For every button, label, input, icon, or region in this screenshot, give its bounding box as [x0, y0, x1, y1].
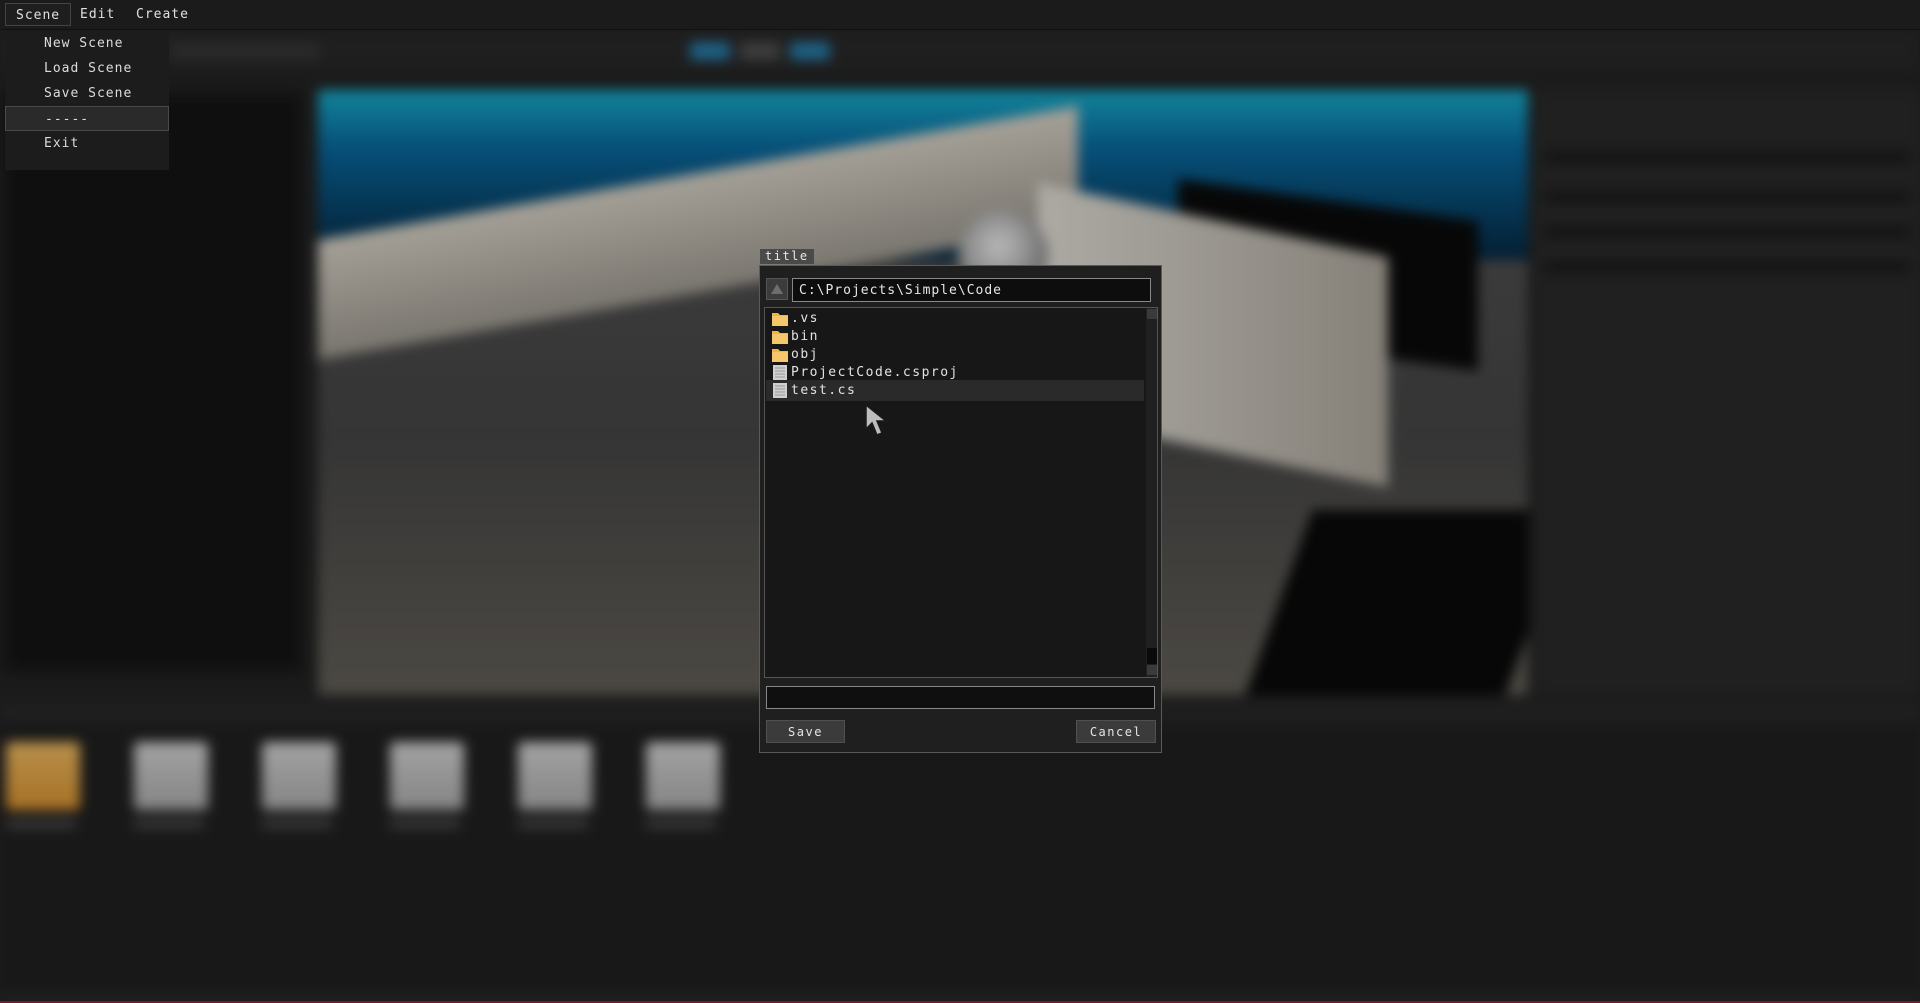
scroll-up-button[interactable]	[1147, 309, 1157, 319]
cancel-button[interactable]: Cancel	[1076, 720, 1156, 743]
file-icon	[773, 383, 787, 398]
mouse-cursor-icon	[865, 403, 889, 436]
folder-icon	[772, 313, 788, 326]
arrow-up-icon	[771, 284, 783, 294]
scroll-down-button[interactable]	[1147, 665, 1157, 675]
menu-item-load-scene[interactable]: Load Scene	[5, 56, 169, 81]
parent-directory-button[interactable]	[766, 278, 788, 300]
folder-icon	[772, 349, 788, 362]
scroll-thumb[interactable]	[1147, 648, 1157, 664]
menu-edit[interactable]: Edit	[70, 3, 125, 26]
file-dialog: .vs bin obj ProjectCode.csproj test.cs S…	[759, 265, 1162, 753]
save-button[interactable]: Save	[766, 720, 845, 743]
menu-create[interactable]: Create	[126, 3, 199, 26]
path-input[interactable]	[792, 278, 1151, 302]
menu-item-exit[interactable]: Exit	[5, 131, 169, 156]
menu-scene[interactable]: Scene	[5, 3, 72, 26]
menu-item-separator[interactable]: -----	[5, 106, 169, 131]
filename-input[interactable]	[766, 686, 1155, 709]
dialog-title[interactable]: title	[760, 249, 814, 264]
folder-icon	[772, 331, 788, 344]
menu-item-new-scene[interactable]: New Scene	[5, 31, 169, 56]
scene-dropdown-menu: New Scene Load Scene Save Scene ----- Ex…	[5, 30, 169, 170]
list-item-label: test.cs	[791, 383, 857, 398]
scrollbar[interactable]	[1146, 308, 1157, 677]
menu-item-save-scene[interactable]: Save Scene	[5, 81, 169, 106]
file-icon	[773, 365, 787, 380]
menubar: Scene Edit Create	[0, 0, 1920, 30]
file-list[interactable]: .vs bin obj ProjectCode.csproj test.cs	[764, 307, 1158, 678]
list-item-file[interactable]: test.cs	[766, 380, 1144, 401]
